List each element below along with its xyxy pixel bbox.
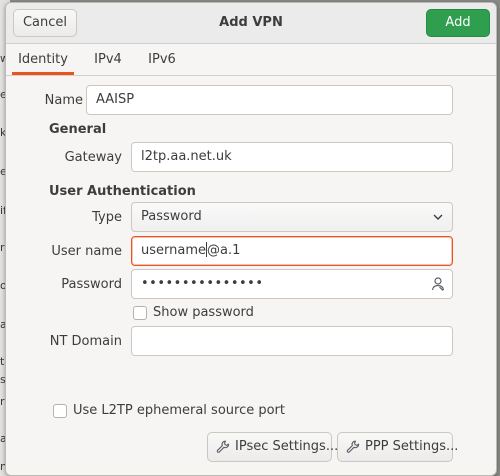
ppp-settings-label: PPP Settings... (365, 439, 459, 454)
ppp-settings-button[interactable]: PPP Settings... (337, 432, 458, 462)
general-heading: General (49, 122, 107, 137)
username-field[interactable]: username@a.1 (131, 236, 453, 266)
tab-identity[interactable]: Identity (12, 44, 74, 75)
tab-bar: Identity IPv4 IPv6 (6, 44, 496, 76)
type-dropdown[interactable]: Password (131, 202, 453, 232)
password-masked-value: ••••••••••••••• (141, 276, 264, 291)
chevron-down-icon (433, 214, 443, 220)
tab-ipv6[interactable]: IPv6 (140, 44, 184, 75)
type-dropdown-value: Password (141, 209, 202, 224)
ephemeral-port-checkbox[interactable] (53, 404, 67, 418)
password-field[interactable]: ••••••••••••••• (131, 269, 453, 299)
password-label: Password (61, 277, 122, 292)
user-secret-icon[interactable] (430, 276, 446, 292)
add-button[interactable]: Add (426, 9, 490, 37)
nt-domain-label: NT Domain (49, 334, 122, 349)
dialog-title: Add VPN (219, 15, 283, 30)
gateway-field[interactable]: l2tp.aa.net.uk (131, 142, 453, 172)
gateway-label: Gateway (64, 150, 122, 165)
ephemeral-port-label[interactable]: Use L2TP ephemeral source port (73, 403, 285, 418)
ipsec-settings-label: IPsec Settings... (235, 439, 339, 454)
ipsec-settings-button[interactable]: IPsec Settings... (207, 432, 338, 462)
name-label: Name (44, 93, 83, 108)
tab-ipv4[interactable]: IPv4 (86, 44, 130, 75)
name-field[interactable]: AAISP (86, 85, 453, 115)
wrench-icon (216, 440, 230, 453)
user-authentication-heading: User Authentication (49, 184, 196, 199)
show-password-checkbox[interactable] (133, 306, 147, 320)
wrench-icon (346, 440, 360, 453)
show-password-label[interactable]: Show password (153, 305, 254, 320)
dialog-header: Cancel Add VPN Add (6, 3, 496, 44)
username-label: User name (51, 244, 122, 259)
type-label: Type (92, 210, 122, 225)
username-text-after-cursor: @a.1 (207, 243, 241, 258)
username-text-before-cursor: username (141, 243, 206, 258)
add-vpn-dialog: Cancel Add VPN Add Identity IPv4 IPv6 Na… (5, 2, 497, 476)
nt-domain-field[interactable] (131, 326, 453, 356)
